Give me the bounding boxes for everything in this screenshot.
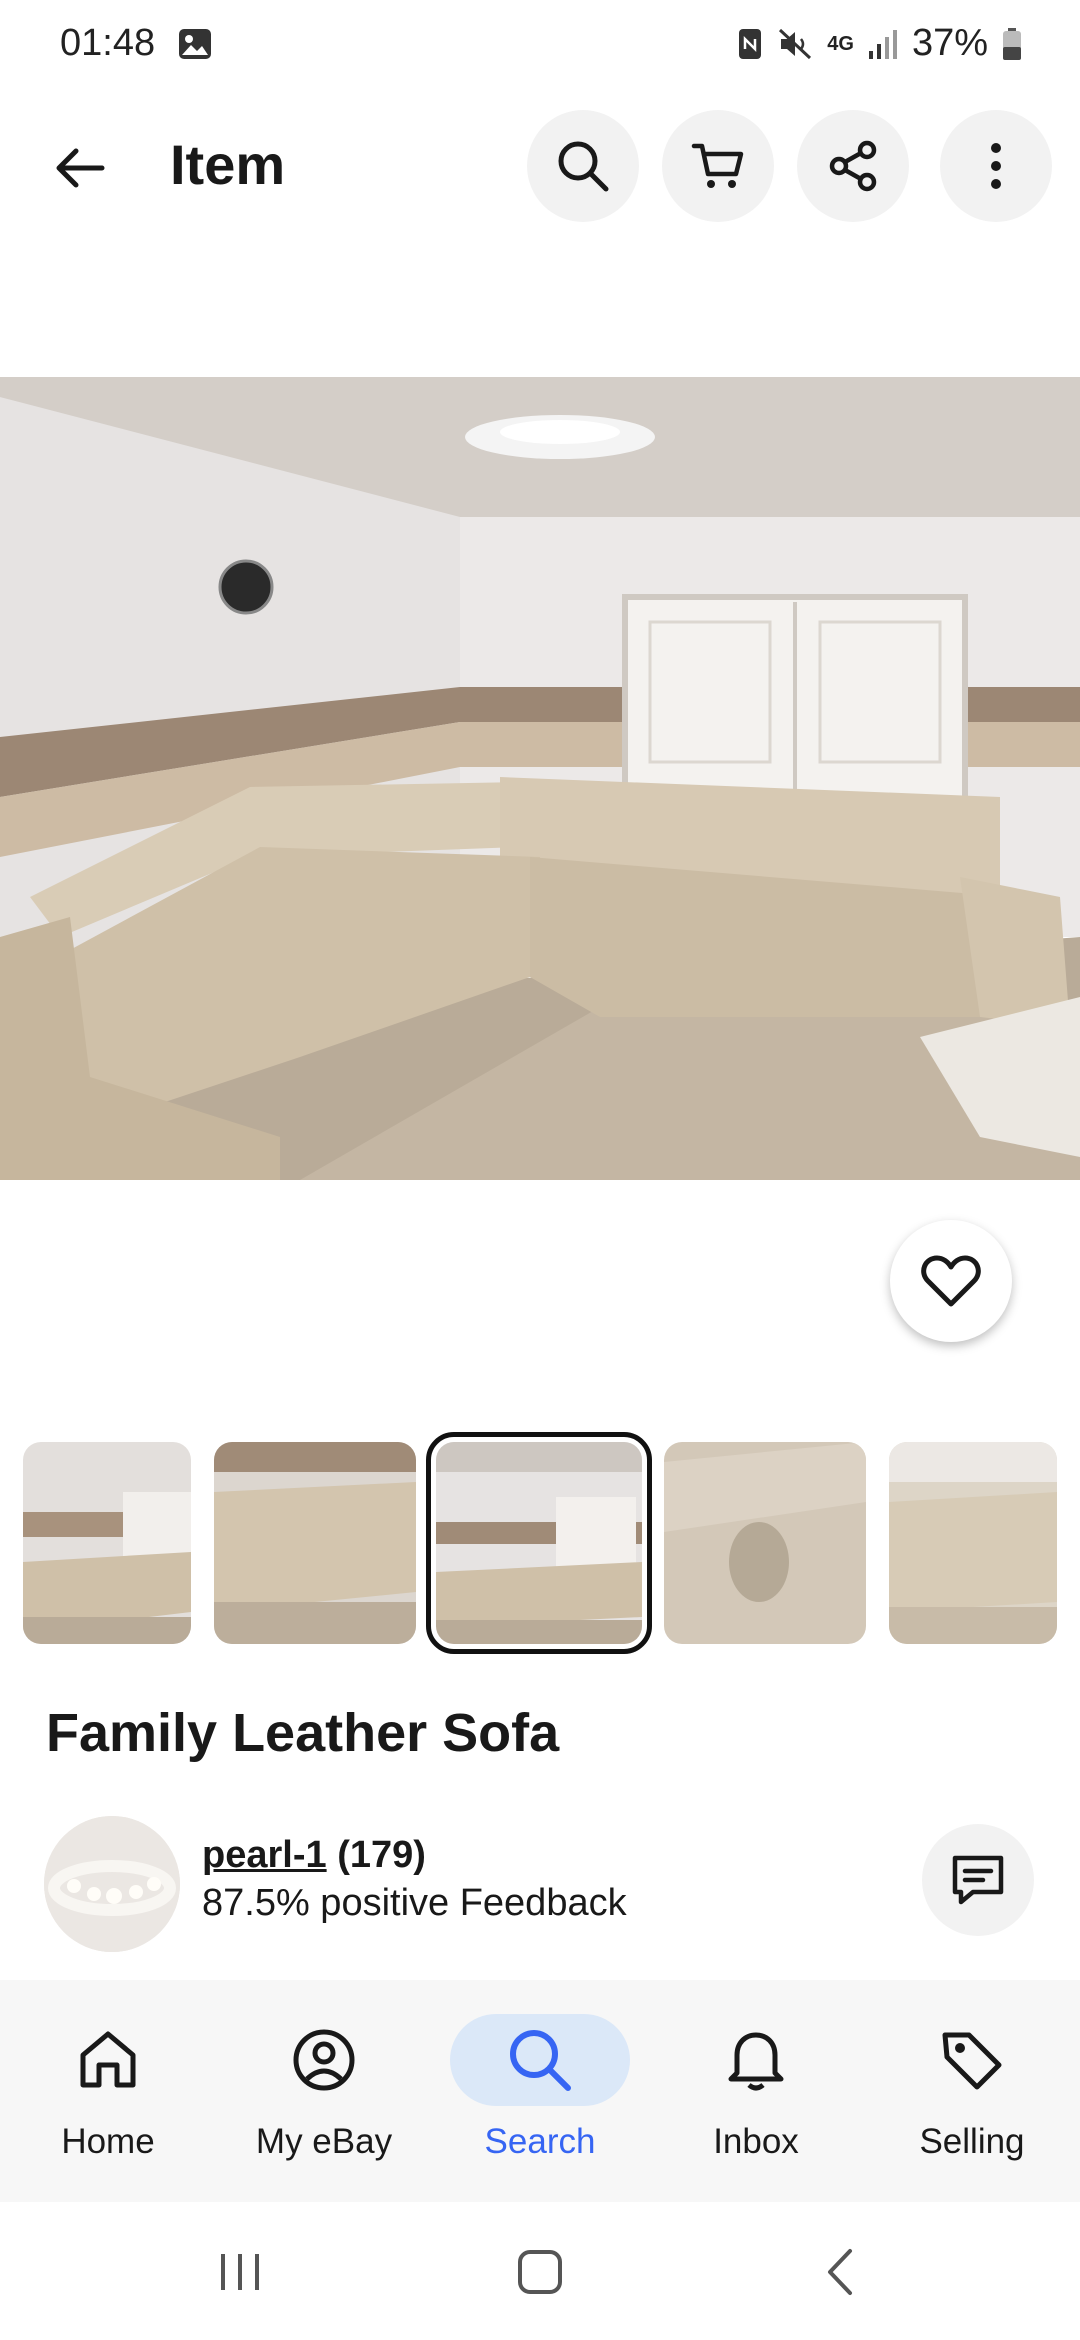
home-system-button[interactable] bbox=[490, 2232, 590, 2312]
search-icon bbox=[558, 141, 609, 192]
home-icon bbox=[18, 2014, 198, 2106]
gallery-notification-icon bbox=[178, 28, 212, 60]
nav-home[interactable]: Home bbox=[0, 1980, 216, 2202]
thumbnail-4[interactable] bbox=[664, 1442, 866, 1644]
mute-icon bbox=[777, 27, 813, 61]
nav-inbox[interactable]: Inbox bbox=[648, 1980, 864, 2202]
battery-percent: 37% bbox=[911, 22, 988, 64]
home-square-icon bbox=[518, 2250, 562, 2294]
more-vertical-icon bbox=[991, 143, 1001, 189]
nav-search-label: Search bbox=[484, 2122, 596, 2161]
bottom-navigation: Home My eBay Search Inbox Selling bbox=[0, 1980, 1080, 2202]
seller-name-line: pearl-1 (179) bbox=[202, 1834, 426, 1877]
battery-icon bbox=[1002, 27, 1022, 61]
more-options-button[interactable] bbox=[940, 110, 1052, 222]
bell-icon bbox=[666, 2014, 846, 2106]
nav-selling-label: Selling bbox=[919, 2122, 1025, 2161]
seller-info: pearl-1 (179) 87.5% positive Feedback bbox=[0, 1810, 1080, 1960]
nav-my-ebay-label: My eBay bbox=[255, 2122, 393, 2161]
cart-button[interactable] bbox=[662, 110, 774, 222]
heart-icon bbox=[921, 1255, 981, 1307]
nfc-icon bbox=[737, 27, 763, 61]
message-icon bbox=[952, 1855, 1004, 1905]
status-bar: 01:48 4G 37% bbox=[0, 0, 1080, 90]
thumbnail-3[interactable] bbox=[426, 1432, 652, 1654]
back-arrow-icon bbox=[56, 148, 105, 188]
seller-feedback-percent: 87.5% positive Feedback bbox=[202, 1882, 627, 1924]
nav-selling[interactable]: Selling bbox=[864, 1980, 1080, 2202]
share-icon bbox=[829, 140, 877, 192]
seller-avatar[interactable] bbox=[44, 1816, 180, 1952]
recent-apps-button[interactable] bbox=[190, 2232, 290, 2312]
contact-seller-button[interactable] bbox=[922, 1824, 1034, 1936]
back-system-button[interactable] bbox=[790, 2232, 890, 2312]
share-button[interactable] bbox=[797, 110, 909, 222]
search-button[interactable] bbox=[527, 110, 639, 222]
nav-my-ebay[interactable]: My eBay bbox=[216, 1980, 432, 2202]
cart-icon bbox=[691, 143, 744, 188]
recent-apps-icon bbox=[221, 2254, 259, 2290]
signal-icon bbox=[868, 27, 898, 61]
app-header: Item bbox=[0, 110, 1080, 230]
tag-icon bbox=[882, 2014, 1062, 2106]
seller-feedback-count: (179) bbox=[337, 1834, 426, 1876]
network-type: 4G bbox=[827, 32, 854, 55]
nav-search[interactable]: Search bbox=[432, 1980, 648, 2202]
status-time: 01:48 bbox=[60, 22, 156, 64]
seller-name-link[interactable]: pearl-1 bbox=[202, 1834, 327, 1876]
nav-inbox-label: Inbox bbox=[713, 2122, 799, 2161]
page-title: Item bbox=[170, 133, 286, 196]
watchlist-button[interactable] bbox=[890, 1220, 1012, 1342]
back-button[interactable] bbox=[40, 128, 120, 208]
system-navigation-bar bbox=[0, 2202, 1080, 2340]
nav-home-label: Home bbox=[61, 2122, 155, 2161]
account-icon bbox=[234, 2014, 414, 2106]
status-indicators: 4G 37% bbox=[737, 22, 1022, 65]
thumbnail-2[interactable] bbox=[214, 1442, 416, 1644]
thumbnail-5[interactable] bbox=[889, 1442, 1057, 1644]
main-item-photo[interactable] bbox=[0, 377, 1080, 1180]
thumbnail-1[interactable] bbox=[23, 1442, 191, 1644]
chevron-left-icon bbox=[828, 2249, 852, 2295]
thumbnail-strip[interactable] bbox=[0, 1430, 1080, 1660]
search-icon bbox=[450, 2014, 630, 2106]
item-title: Family Leather Sofa bbox=[46, 1703, 560, 1763]
